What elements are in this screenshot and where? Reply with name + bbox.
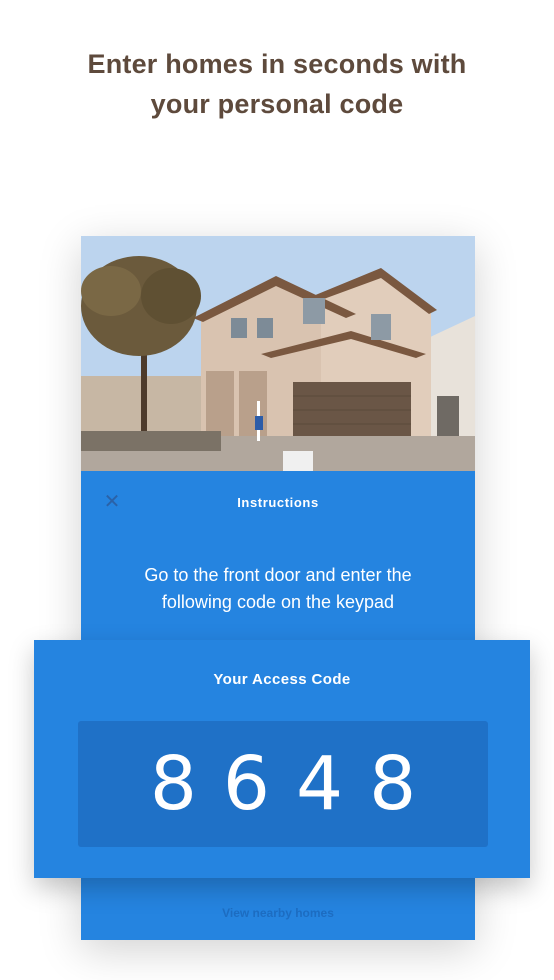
instructions-text: Go to the front door and enter the follo… [101,562,455,616]
access-code-title: Your Access Code [213,671,351,688]
instructions-text-line-1: Go to the front door and enter the [144,565,412,585]
house-photo [81,236,475,471]
access-code-digits: 8648 [149,741,443,827]
view-nearby-homes-link[interactable]: View nearby homes [81,906,475,920]
access-code-box: 8648 [78,721,488,847]
headline-line-1: Enter homes in seconds with [87,49,467,79]
instructions-title: Instructions [237,495,319,510]
access-code-card: Your Access Code 8648 [34,640,530,878]
instructions-text-line-2: following code on the keypad [161,592,395,612]
headline: Enter homes in seconds with your persona… [0,44,554,124]
headline-line-2: your personal code [150,89,404,119]
